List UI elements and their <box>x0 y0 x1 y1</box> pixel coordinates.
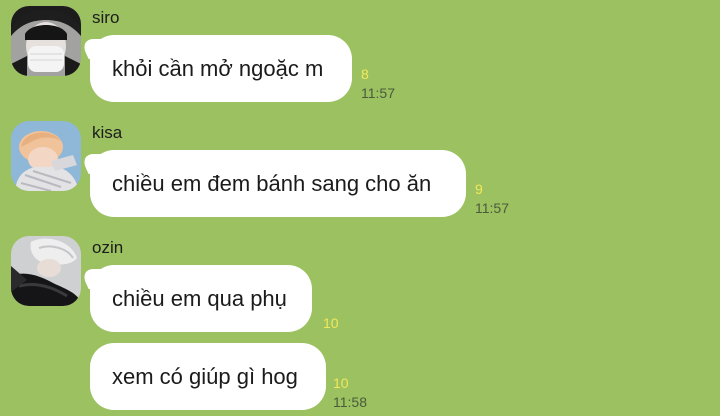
message-text: xem có giúp gì hog <box>112 363 298 389</box>
unread-count: 10 <box>323 315 339 331</box>
unread-count: 10 <box>333 375 349 391</box>
user-avatar-blond-person-icon[interactable] <box>11 121 81 191</box>
sender-name-kisa: kisa <box>92 123 123 142</box>
message-bubble[interactable]: chiều em đem bánh sang cho ăn <box>90 150 466 217</box>
chat-message-list[interactable]: siro khỏi cần mở ngoặc m 8 11:57 kisa ch… <box>0 0 720 416</box>
message-text: chiều em đem bánh sang cho ăn <box>112 170 432 196</box>
sender-name-ozin: ozin <box>92 238 124 257</box>
message-text: chiều em qua phụ <box>112 285 287 311</box>
message-timestamp: 11:57 <box>361 85 395 101</box>
message-bubble[interactable]: chiều em qua phụ <box>90 265 312 332</box>
message-bubble[interactable]: khỏi cần mở ngoặc m <box>90 35 352 102</box>
user-avatar-silver-hair-person-icon[interactable] <box>11 236 81 306</box>
user-avatar-masked-person-icon[interactable] <box>11 6 81 76</box>
unread-count: 9 <box>475 181 483 197</box>
unread-count: 8 <box>361 66 369 82</box>
sender-name-siro: siro <box>92 8 120 27</box>
message-timestamp: 11:58 <box>333 394 367 410</box>
message-timestamp: 11:57 <box>475 200 509 216</box>
message-text: khỏi cần mở ngoặc m <box>112 55 324 81</box>
message-bubble[interactable]: xem có giúp gì hog <box>90 343 326 410</box>
